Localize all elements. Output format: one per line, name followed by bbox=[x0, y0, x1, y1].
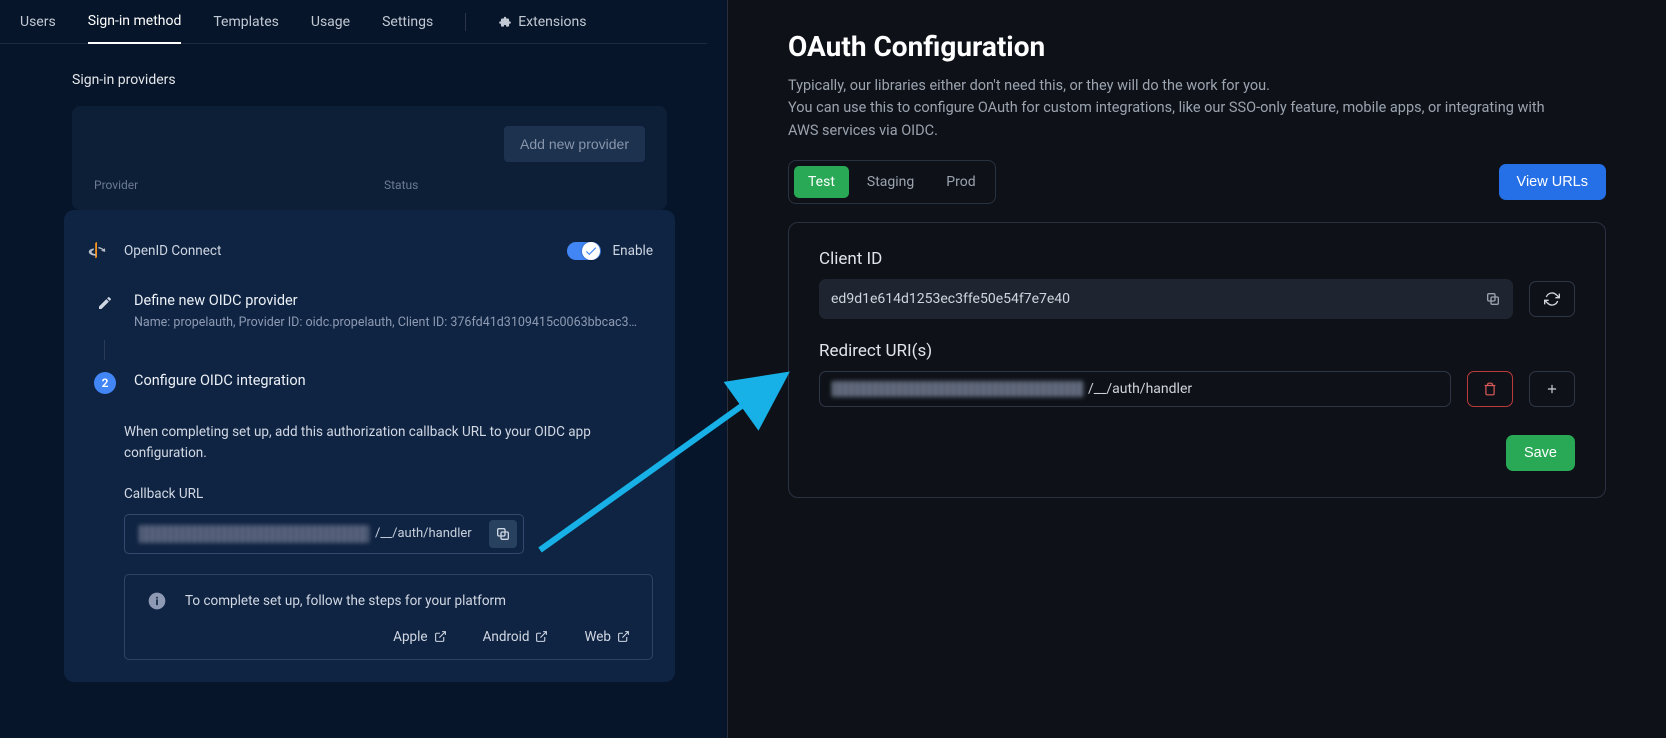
tab-settings[interactable]: Settings bbox=[382, 0, 433, 44]
col-status: Status bbox=[384, 178, 418, 192]
tab-extensions[interactable]: Extensions bbox=[498, 0, 586, 44]
oauth-title: OAuth Configuration bbox=[788, 30, 1606, 63]
enable-label: Enable bbox=[613, 243, 654, 259]
check-icon bbox=[584, 244, 598, 258]
oidc-config-box: OpenID Connect Enable Define new OIDC pr… bbox=[64, 210, 675, 682]
callback-url-box: /__/auth/handler bbox=[124, 514, 524, 554]
step-connector bbox=[104, 340, 105, 360]
col-provider: Provider bbox=[94, 178, 384, 192]
refresh-icon bbox=[1544, 291, 1560, 307]
info-text: To complete set up, follow the steps for… bbox=[185, 593, 506, 609]
save-button[interactable]: Save bbox=[1506, 435, 1575, 471]
callback-label: Callback URL bbox=[124, 486, 653, 502]
redirect-uri-input[interactable]: /__/auth/handler bbox=[819, 371, 1451, 407]
oauth-card: Client ID ed9d1e614d1253ec3ffe50e54f7e7e… bbox=[788, 222, 1606, 498]
step2-badge: 2 bbox=[94, 372, 116, 394]
external-link-icon bbox=[434, 630, 447, 643]
add-provider-button[interactable]: Add new provider bbox=[504, 126, 645, 162]
external-link-icon bbox=[617, 630, 630, 643]
openid-icon bbox=[86, 240, 108, 262]
regenerate-button[interactable] bbox=[1529, 281, 1575, 317]
tab-usage[interactable]: Usage bbox=[311, 0, 350, 44]
step2-title: Configure OIDC integration bbox=[134, 372, 653, 389]
client-id-box: ed9d1e614d1253ec3ffe50e54f7e7e40 bbox=[819, 279, 1513, 319]
oauth-desc-1: Typically, our libraries either don't ne… bbox=[788, 75, 1558, 97]
oauth-desc-2: You can use this to configure OAuth for … bbox=[788, 97, 1558, 142]
tab-users[interactable]: Users bbox=[20, 0, 56, 44]
platform-apple[interactable]: Apple bbox=[393, 629, 446, 645]
edit-icon[interactable] bbox=[94, 292, 116, 314]
delete-redirect-button[interactable] bbox=[1467, 371, 1513, 407]
plus-icon bbox=[1545, 382, 1559, 396]
client-id-label: Client ID bbox=[819, 249, 1575, 269]
enable-toggle[interactable] bbox=[567, 242, 601, 260]
add-redirect-button[interactable] bbox=[1529, 371, 1575, 407]
env-tabs: Test Staging Prod bbox=[788, 160, 996, 204]
redacted-redirect-prefix bbox=[832, 381, 1084, 397]
section-header: Sign-in providers bbox=[0, 44, 727, 106]
tab-divider bbox=[465, 13, 466, 31]
callback-suffix: /__/auth/handler bbox=[375, 526, 489, 541]
copy-icon[interactable] bbox=[1485, 291, 1501, 307]
redirect-suffix: /__/auth/handler bbox=[1088, 381, 1192, 397]
tab-bar: Users Sign-in method Templates Usage Set… bbox=[0, 0, 707, 44]
step1-title: Define new OIDC provider bbox=[134, 292, 653, 309]
trash-icon bbox=[1483, 382, 1497, 396]
info-panel: To complete set up, follow the steps for… bbox=[124, 574, 653, 660]
env-staging[interactable]: Staging bbox=[853, 166, 928, 198]
view-urls-button[interactable]: View URLs bbox=[1499, 164, 1606, 200]
platform-web[interactable]: Web bbox=[584, 629, 630, 645]
android-label: Android bbox=[483, 629, 530, 645]
env-test[interactable]: Test bbox=[794, 166, 849, 198]
apple-label: Apple bbox=[393, 629, 427, 645]
puzzle-icon bbox=[498, 15, 512, 29]
provider-card: Add new provider Provider Status bbox=[72, 106, 667, 210]
info-icon bbox=[147, 591, 167, 611]
env-prod[interactable]: Prod bbox=[932, 166, 989, 198]
redirect-label: Redirect URI(s) bbox=[819, 341, 1575, 361]
step2-desc: When completing set up, add this authori… bbox=[124, 422, 594, 464]
web-label: Web bbox=[584, 629, 611, 645]
redacted-url-prefix bbox=[139, 525, 369, 543]
client-id-value: ed9d1e614d1253ec3ffe50e54f7e7e40 bbox=[831, 291, 1070, 307]
copy-callback-button[interactable] bbox=[489, 520, 517, 548]
tab-extensions-label: Extensions bbox=[518, 14, 586, 30]
platform-android[interactable]: Android bbox=[483, 629, 549, 645]
step1-sub: Name: propelauth, Provider ID: oidc.prop… bbox=[134, 315, 639, 330]
external-link-icon bbox=[535, 630, 548, 643]
tab-signin-method[interactable]: Sign-in method bbox=[88, 0, 182, 44]
tab-templates[interactable]: Templates bbox=[213, 0, 279, 44]
provider-name: OpenID Connect bbox=[124, 243, 221, 259]
